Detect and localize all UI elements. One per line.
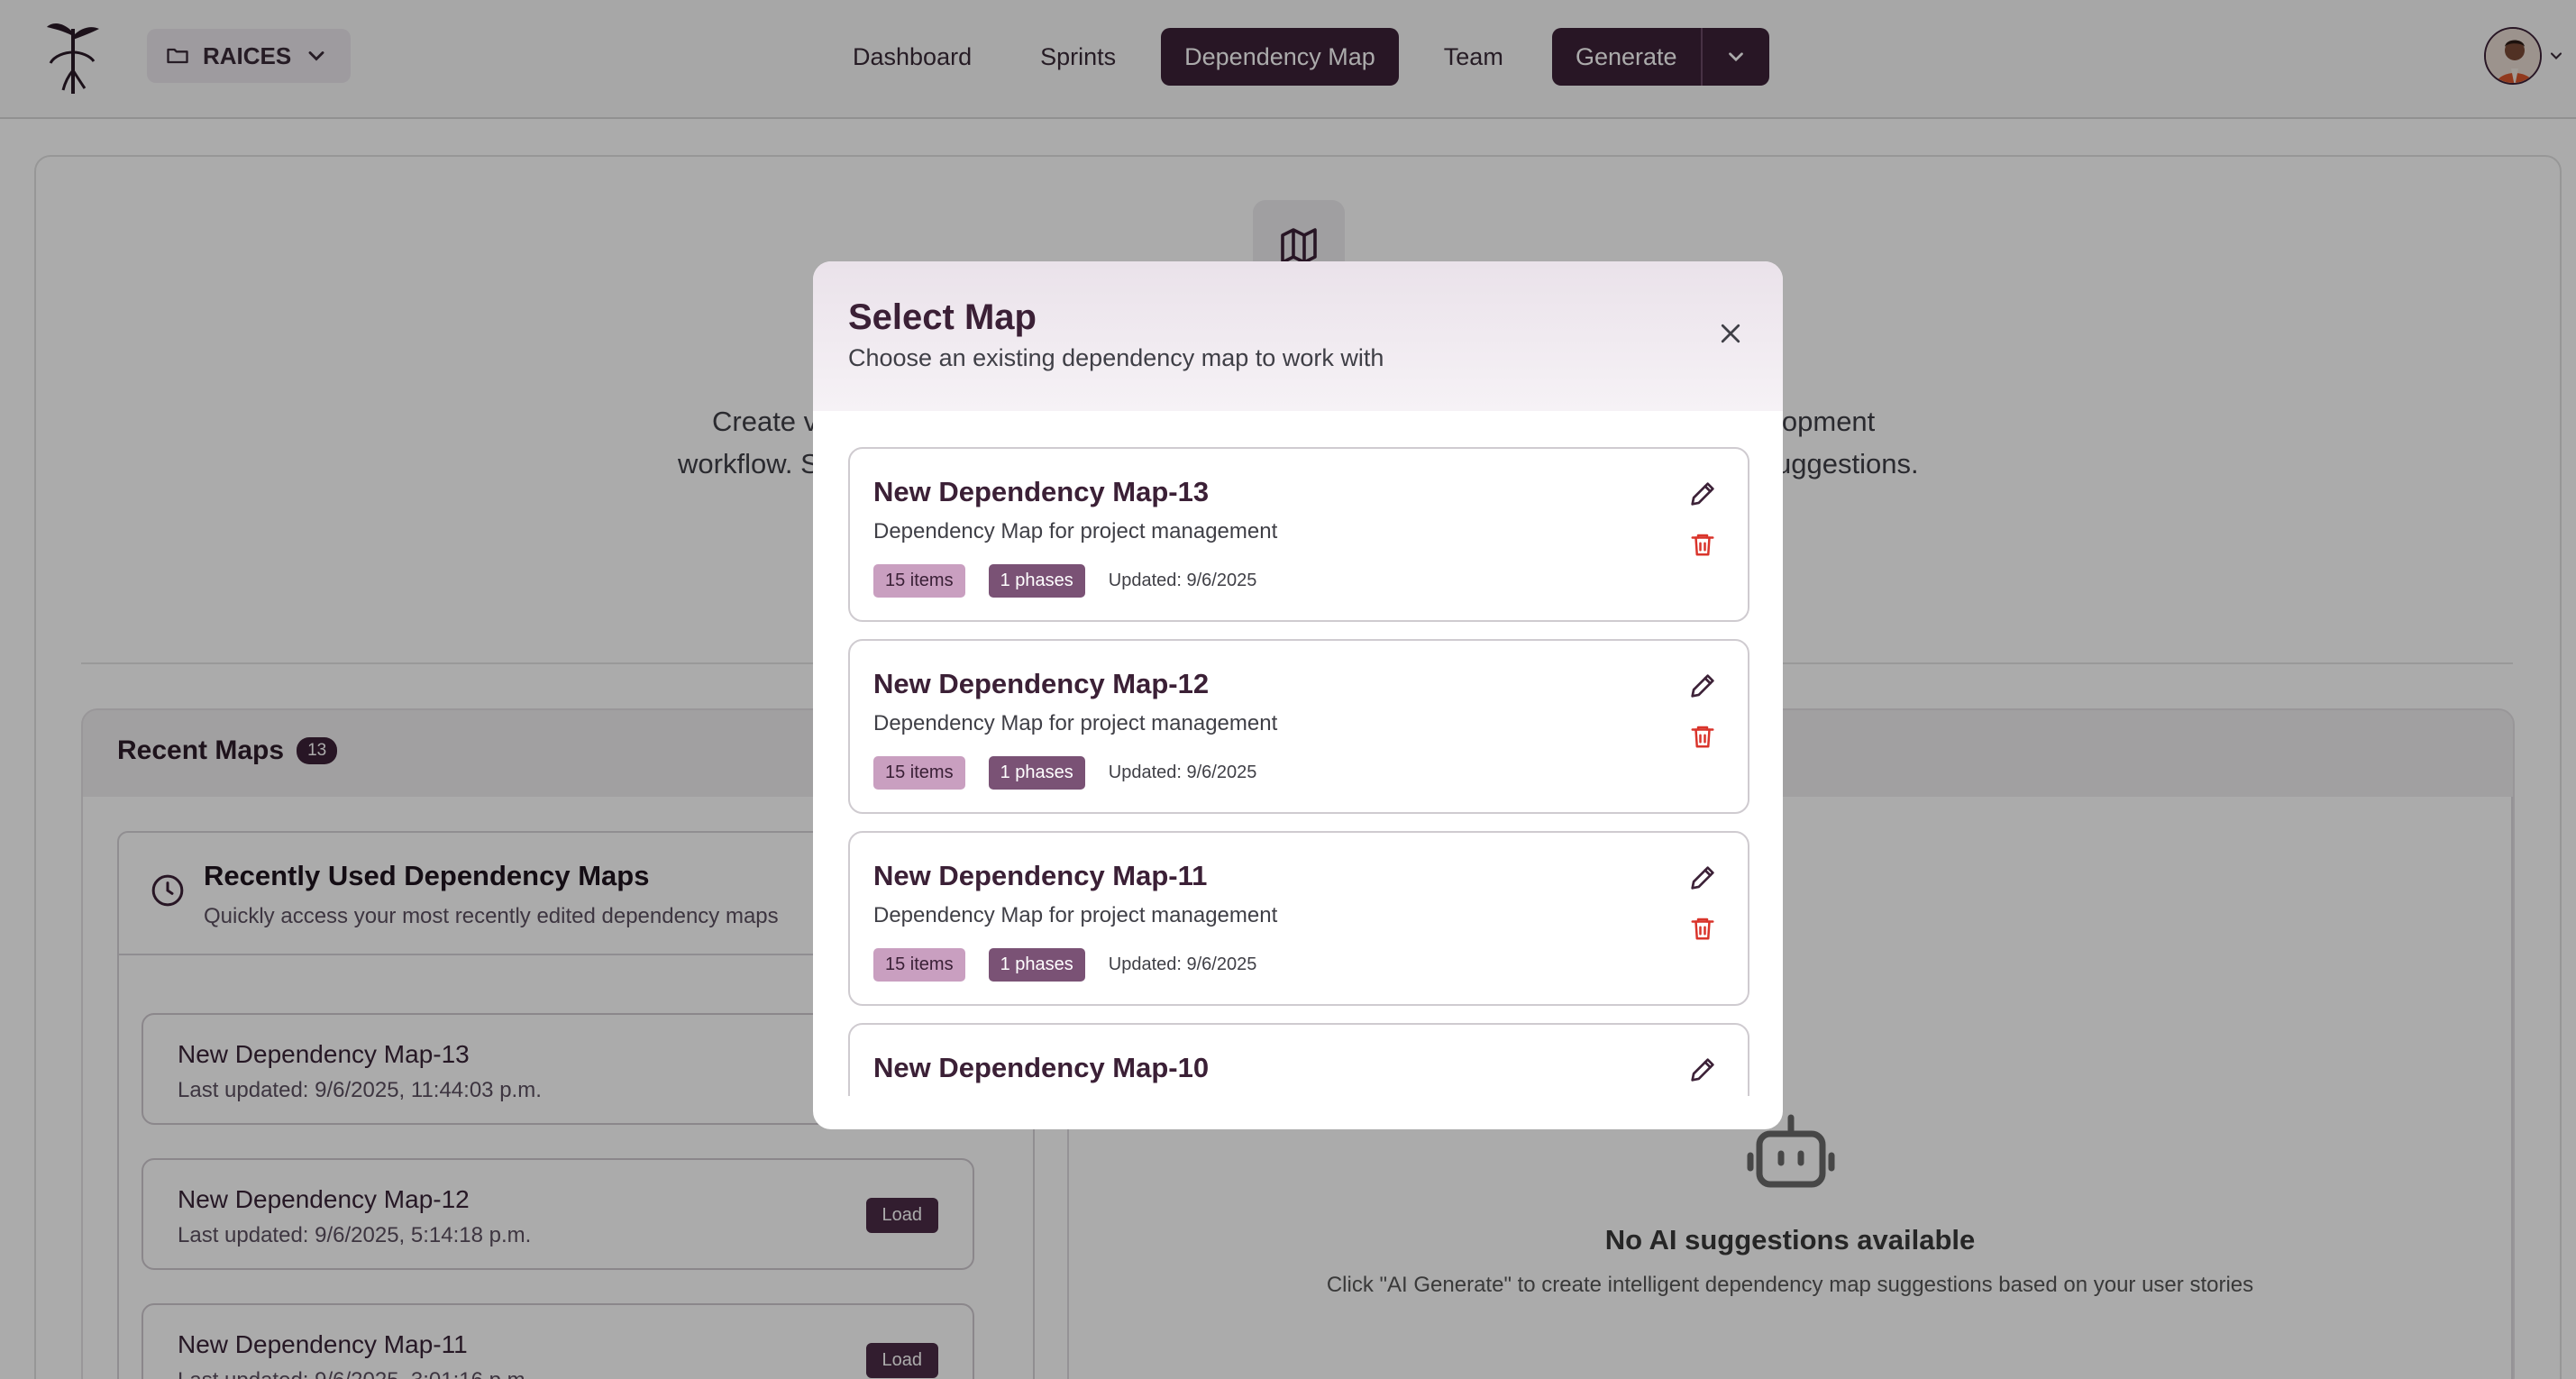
- trash-icon: [1691, 726, 1714, 748]
- close-icon: [1721, 324, 1740, 343]
- delete-map-button[interactable]: [1685, 718, 1721, 754]
- edit-map-button[interactable]: [1685, 476, 1721, 512]
- pencil-icon: [1691, 482, 1714, 506]
- map-description: Dependency Map for project management: [873, 903, 1278, 927]
- map-card[interactable]: New Dependency Map-12 Dependency Map for…: [848, 639, 1749, 814]
- map-meta: 15 items 1 phases Updated: 9/6/2025: [873, 564, 1256, 598]
- map-card[interactable]: New Dependency Map-11 Dependency Map for…: [848, 831, 1749, 1006]
- pencil-icon: [1691, 1058, 1714, 1082]
- updated-date: Updated: 9/6/2025: [1108, 954, 1257, 974]
- dialog-subtitle: Choose an existing dependency map to wor…: [848, 344, 1384, 371]
- items-badge: 15 items: [873, 756, 965, 790]
- phases-badge: 1 phases: [988, 756, 1085, 790]
- trash-icon: [1691, 534, 1714, 556]
- edit-map-button[interactable]: [1685, 1052, 1721, 1088]
- map-meta: 15 items 1 phases Updated: 9/6/2025: [873, 948, 1256, 982]
- trash-icon: [1691, 918, 1714, 940]
- phases-badge: 1 phases: [988, 948, 1085, 982]
- pencil-icon: [1691, 866, 1714, 890]
- map-name: New Dependency Map-12: [873, 668, 1210, 699]
- dialog-title: Select Map: [848, 297, 1037, 337]
- updated-date: Updated: 9/6/2025: [1108, 763, 1257, 782]
- delete-map-button[interactable]: [1685, 910, 1721, 946]
- edit-map-button[interactable]: [1685, 860, 1721, 896]
- map-name: New Dependency Map-11: [873, 860, 1208, 891]
- map-list[interactable]: New Dependency Map-13 Dependency Map for…: [848, 447, 1749, 1096]
- items-badge: 15 items: [873, 564, 965, 598]
- pencil-icon: [1691, 674, 1714, 698]
- select-map-dialog: Select Map Choose an existing dependency…: [813, 261, 1783, 1129]
- edit-map-button[interactable]: [1685, 668, 1721, 704]
- items-badge: 15 items: [873, 948, 965, 982]
- map-name: New Dependency Map-13: [873, 476, 1210, 507]
- map-name: New Dependency Map-10: [873, 1052, 1210, 1083]
- map-description: Dependency Map for project management: [873, 711, 1278, 735]
- updated-date: Updated: 9/6/2025: [1108, 571, 1257, 590]
- map-meta: 15 items 1 phases Updated: 9/6/2025: [873, 756, 1256, 790]
- map-card[interactable]: New Dependency Map-13 Dependency Map for…: [848, 447, 1749, 622]
- phases-badge: 1 phases: [988, 564, 1085, 598]
- map-description: Dependency Map for project management: [873, 519, 1278, 543]
- close-button[interactable]: [1713, 315, 1749, 352]
- delete-map-button[interactable]: [1685, 526, 1721, 562]
- dialog-header: Select Map Choose an existing dependency…: [813, 261, 1783, 411]
- map-card[interactable]: New Dependency Map-10: [848, 1023, 1749, 1096]
